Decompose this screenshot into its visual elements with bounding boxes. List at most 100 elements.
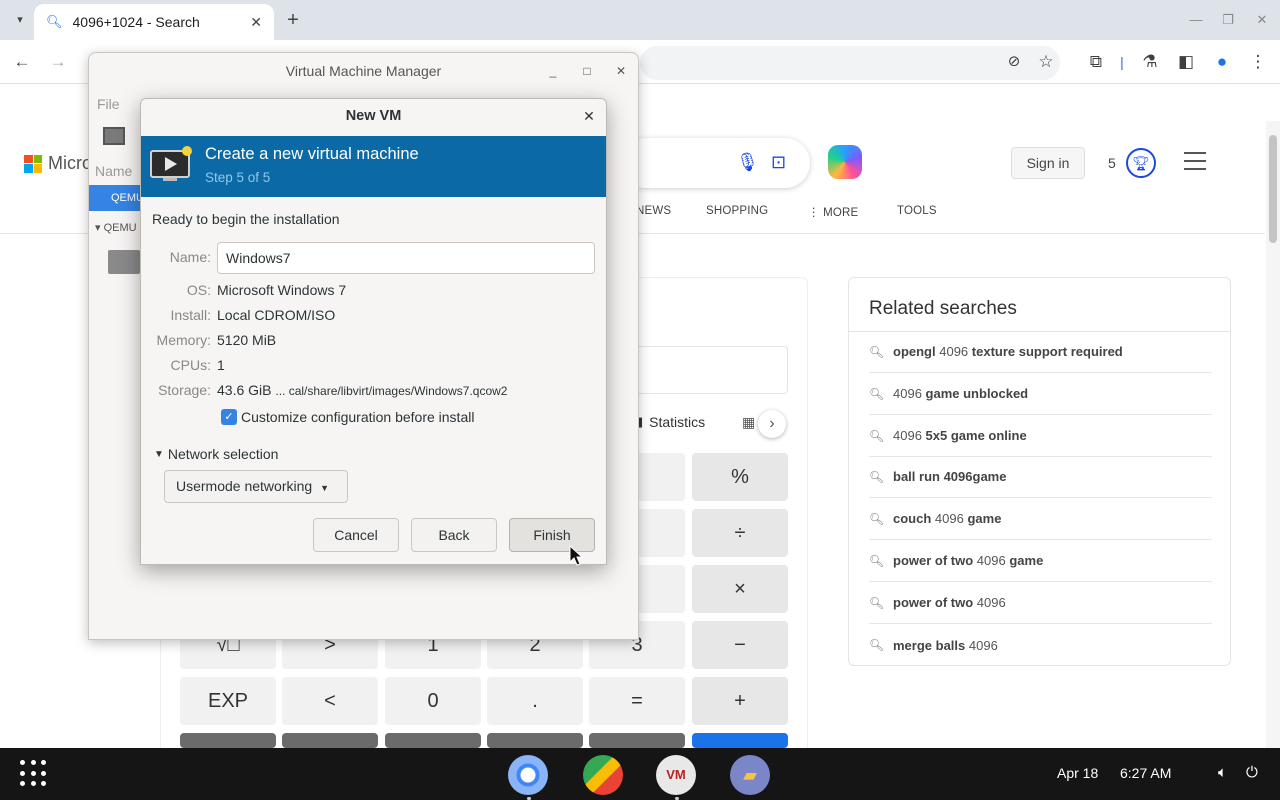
power-icon[interactable]: ⏻ bbox=[1246, 764, 1258, 781]
calc-key-less[interactable]: < bbox=[282, 677, 378, 725]
volume-icon[interactable]: 🔈︎ bbox=[1218, 764, 1227, 781]
nav-tab-more[interactable]: ⋮ MORE bbox=[808, 205, 858, 219]
related-search-segment: 5x5 game online bbox=[925, 428, 1027, 443]
related-search-item[interactable]: 🔍︎ 4096 game unblocked bbox=[869, 373, 1212, 415]
close-window-icon[interactable]: ✕ bbox=[1252, 10, 1272, 30]
app-launcher-icon[interactable] bbox=[20, 760, 48, 788]
tray-time[interactable]: 6:27 AM bbox=[1120, 765, 1171, 781]
related-search-item[interactable]: 🔍︎ power of two 4096 bbox=[869, 582, 1212, 624]
calc-key-equals[interactable]: = bbox=[589, 677, 685, 725]
install-value: Local CDROM/ISO bbox=[217, 307, 336, 323]
related-search-segment: game unblocked bbox=[925, 386, 1029, 401]
extensions-icon[interactable]: ⧉ bbox=[1084, 50, 1108, 74]
nav-tab-tools[interactable]: TOOLS bbox=[897, 205, 937, 217]
related-search-segment: 4096 bbox=[968, 637, 998, 653]
tray-date[interactable]: Apr 18 bbox=[1057, 765, 1098, 781]
copilot-icon[interactable] bbox=[828, 145, 862, 179]
forward-icon[interactable]: → bbox=[46, 50, 70, 74]
dialog-close-icon[interactable]: ✕ bbox=[580, 107, 598, 125]
new-vm-monitor-icon[interactable] bbox=[103, 127, 125, 145]
name-label: Name: bbox=[169, 249, 211, 265]
calc-key-dot[interactable]: . bbox=[487, 677, 583, 725]
calc-key-0[interactable]: 0 bbox=[385, 677, 481, 725]
customize-label[interactable]: Customize configuration before install bbox=[241, 409, 474, 425]
vmm-app-icon[interactable]: VM bbox=[656, 755, 696, 795]
memory-label: Memory: bbox=[156, 332, 211, 348]
network-combo-value: Usermode networking bbox=[176, 478, 313, 494]
related-search-item[interactable]: 🔍︎ power of two 4096 game bbox=[869, 540, 1212, 582]
vmm-connection-row[interactable]: ▾ QEMU bbox=[95, 221, 137, 234]
cpus-value: 1 bbox=[217, 357, 225, 373]
bookmark-star-icon[interactable]: ☆ bbox=[1034, 50, 1058, 74]
nav-tab-news[interactable]: NEWS bbox=[636, 205, 671, 217]
nav-tab-shopping[interactable]: SHOPPING bbox=[706, 205, 768, 217]
search-icon: 🔍︎ bbox=[869, 553, 885, 568]
calc-key-minus[interactable]: − bbox=[692, 621, 788, 669]
customize-checkbox[interactable]: ✓ bbox=[221, 409, 237, 425]
cancel-button[interactable]: Cancel bbox=[313, 518, 399, 552]
network-combo[interactable]: Usermode networking ▼ bbox=[164, 470, 348, 503]
calc-key-enter[interactable] bbox=[692, 733, 788, 748]
back-icon[interactable]: ← bbox=[10, 50, 34, 74]
address-bar[interactable] bbox=[640, 46, 1060, 80]
vmm-name-column[interactable]: Name bbox=[95, 163, 132, 179]
vmm-menu-file[interactable]: File bbox=[97, 96, 120, 112]
calc-key[interactable] bbox=[282, 733, 378, 748]
mouse-cursor-icon bbox=[569, 545, 583, 566]
related-search-item[interactable]: 🔍︎ 4096 5x5 game online bbox=[869, 415, 1212, 457]
tab-close-icon[interactable]: ✕ bbox=[250, 14, 262, 31]
calc-key-plus[interactable]: + bbox=[692, 677, 788, 725]
related-search-item[interactable]: 🔍︎ couch 4096 game bbox=[869, 498, 1212, 540]
hamburger-menu-icon[interactable] bbox=[1184, 152, 1206, 170]
browser-tab[interactable]: 🔍︎ 4096+1024 - Search ✕ bbox=[34, 4, 274, 40]
back-button[interactable]: Back bbox=[411, 518, 497, 552]
related-search-item[interactable]: 🔍︎ opengl 4096 texture support required bbox=[869, 331, 1212, 373]
grid-icon[interactable]: ▦ bbox=[742, 414, 755, 431]
vm-monitor-icon bbox=[108, 250, 140, 274]
calc-key[interactable] bbox=[487, 733, 583, 748]
calc-key-percent[interactable]: % bbox=[692, 453, 788, 501]
profile-icon[interactable]: ● bbox=[1210, 50, 1234, 74]
microphone-icon[interactable]: 🎙︎ bbox=[736, 152, 759, 173]
vmm-close-icon[interactable]: ✕ bbox=[612, 62, 630, 80]
network-selection-expander[interactable]: ▼ Network selection bbox=[154, 446, 278, 462]
calc-key[interactable] bbox=[385, 733, 481, 748]
vmm-maximize-icon[interactable]: □ bbox=[578, 62, 596, 80]
scrollbar-thumb[interactable] bbox=[1269, 135, 1277, 243]
page-scrollbar[interactable] bbox=[1266, 121, 1280, 748]
labs-flask-icon[interactable]: ⚗ bbox=[1138, 50, 1162, 74]
related-search-segment: couch bbox=[893, 511, 932, 526]
menu-kebab-icon[interactable]: ⋮ bbox=[1246, 50, 1270, 74]
calc-next-arrow-icon[interactable]: › bbox=[758, 410, 786, 438]
rewards-trophy-icon[interactable]: 🏆︎ bbox=[1126, 148, 1156, 178]
eye-off-icon[interactable]: ⊘ bbox=[1002, 50, 1026, 74]
related-search-segment: ball run bbox=[893, 469, 940, 484]
related-search-item[interactable]: 🔍︎ merge balls 4096 bbox=[869, 624, 1212, 666]
statistics-tab[interactable]: ▮ Statistics bbox=[636, 414, 705, 430]
related-search-segment: 4096 bbox=[976, 595, 1006, 610]
os-label: OS: bbox=[186, 282, 211, 298]
cpus-label: CPUs: bbox=[170, 357, 211, 373]
rewards-count[interactable]: 5 bbox=[1108, 155, 1116, 171]
related-search-item[interactable]: 🔍︎ ball run 4096game bbox=[869, 456, 1212, 498]
restore-icon[interactable]: ❐ bbox=[1218, 10, 1238, 30]
vm-name-input[interactable]: Windows7 bbox=[217, 242, 595, 274]
storage-label: Storage: bbox=[158, 382, 211, 398]
visual-search-icon[interactable]: ⊡ bbox=[771, 152, 786, 173]
new-tab-button[interactable]: + bbox=[282, 8, 304, 32]
vmm-minimize-icon[interactable]: _ bbox=[544, 62, 562, 80]
calc-key[interactable] bbox=[180, 733, 276, 748]
maps-app-icon[interactable] bbox=[583, 755, 623, 795]
side-panel-icon[interactable]: ◧ bbox=[1174, 50, 1198, 74]
install-label: Install: bbox=[170, 307, 211, 323]
tab-search-icon[interactable]: ▾ bbox=[8, 10, 32, 30]
calc-key-multiply[interactable]: × bbox=[692, 565, 788, 613]
chrome-app-icon[interactable] bbox=[508, 755, 548, 795]
calc-key[interactable] bbox=[589, 733, 685, 748]
files-app-icon[interactable]: ▰ bbox=[730, 755, 770, 795]
calc-key-exp[interactable]: EXP bbox=[180, 677, 276, 725]
sign-in-button[interactable]: Sign in bbox=[1011, 147, 1085, 179]
calc-key-divide[interactable]: ÷ bbox=[692, 509, 788, 557]
minimize-icon[interactable]: — bbox=[1186, 10, 1206, 30]
dialog-title: New VM bbox=[345, 108, 402, 124]
